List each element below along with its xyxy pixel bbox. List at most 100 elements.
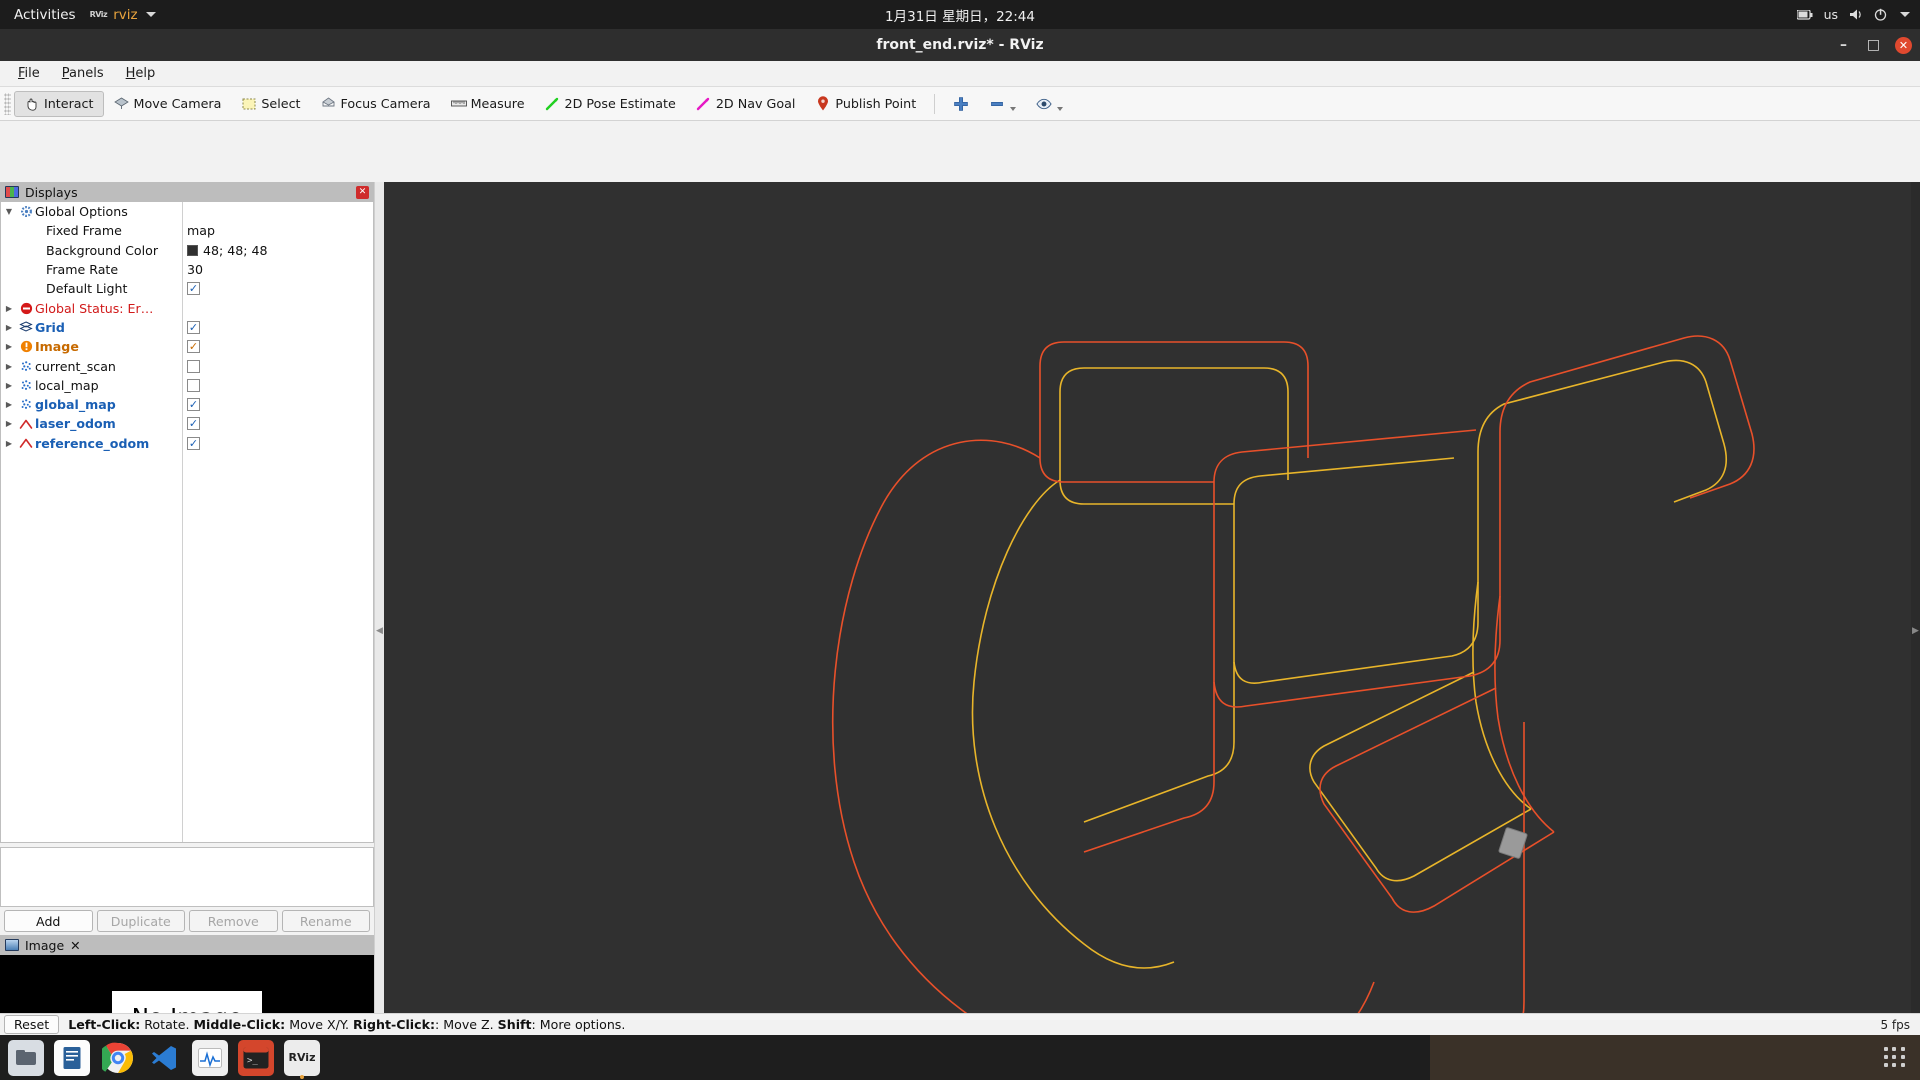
maximize-button[interactable]: □ (1865, 37, 1882, 54)
global-map-checkbox-cell[interactable]: ✓ (187, 398, 200, 412)
tree-row-laser-odom[interactable]: ▶ laser_odom ✓ (1, 414, 373, 433)
tree-label: Fixed Frame (46, 223, 122, 239)
terminal-icon[interactable]: >_ (238, 1039, 274, 1076)
background-color-value[interactable]: 48; 48; 48 (187, 243, 268, 258)
grid-checkbox-cell[interactable]: ✓ (187, 320, 200, 334)
checkbox[interactable]: ✓ (187, 320, 200, 334)
color-swatch (187, 244, 198, 256)
tree-row-global-options[interactable]: ▼ Global Options (1, 202, 373, 221)
default-light-checkbox-cell[interactable]: ✓ (187, 282, 200, 296)
menu-help-label: H (125, 66, 136, 81)
tree-label: laser_odom (35, 416, 116, 432)
expand-arrow-down-icon[interactable]: ▼ (1, 207, 17, 216)
tree-row-image[interactable]: ▶ Image ✓ (1, 337, 373, 356)
local-map-checkbox-cell[interactable] (187, 378, 200, 392)
robot-marker (1498, 827, 1528, 859)
current-scan-checkbox-cell[interactable] (187, 359, 200, 373)
displays-tree[interactable]: ▼ Global Options Fixed Frame map Backgro… (0, 202, 374, 843)
tool-interact[interactable]: Interact (14, 90, 104, 117)
tool-publish-point[interactable]: Publish Point (805, 91, 926, 117)
rename-button[interactable]: Rename (281, 910, 370, 932)
files-icon[interactable] (8, 1039, 44, 1076)
tool-select[interactable]: Select (231, 91, 310, 117)
menu-help[interactable]: Help (116, 64, 166, 83)
add-tool-button[interactable] (943, 91, 979, 117)
expand-arrow-right-icon[interactable]: ▶ (1, 381, 17, 390)
keyboard-layout-label[interactable]: us (1824, 7, 1838, 22)
laser-odom-checkbox-cell[interactable]: ✓ (187, 417, 200, 431)
expand-arrow-right-icon[interactable]: ▶ (1, 342, 17, 351)
checkbox[interactable]: ✓ (187, 340, 200, 354)
menu-file[interactable]: File (8, 64, 50, 83)
tool-2d-pose-estimate[interactable]: 2D Pose Estimate (535, 91, 686, 117)
expand-arrow-right-icon[interactable]: ▶ (1, 400, 17, 409)
duplicate-button[interactable]: Duplicate (96, 910, 185, 932)
tree-row-local-map[interactable]: ▶ local_map (1, 376, 373, 395)
checkbox[interactable]: ✓ (187, 417, 200, 431)
close-button[interactable]: ✕ (1895, 36, 1912, 54)
laser_odom-trajectory (831, 335, 1755, 1080)
main-area: Displays ✕ ▼ Global Options Fixed Frame (0, 182, 1920, 1080)
add-button[interactable]: Add (4, 910, 93, 932)
expand-arrow-right-icon[interactable]: ▶ (1, 323, 17, 332)
expand-arrow-right-icon[interactable]: ▶ (1, 439, 17, 448)
tool-move-camera[interactable]: Move Camera (104, 91, 232, 117)
frame-rate-value[interactable]: 30 (187, 262, 203, 277)
checkbox[interactable] (187, 378, 200, 392)
tree-row-global-map[interactable]: ▶ global_map ✓ (1, 395, 373, 414)
visibility-tool-button[interactable] (1026, 91, 1073, 117)
vscode-icon[interactable] (146, 1040, 182, 1076)
checkbox[interactable]: ✓ (187, 282, 200, 296)
show-applications-icon[interactable] (1884, 1046, 1906, 1069)
libreoffice-writer-icon[interactable] (54, 1039, 90, 1076)
rviz-dock-label: RViz (288, 1051, 316, 1064)
3d-render-view[interactable] (384, 182, 1911, 1080)
fixed-frame-value[interactable]: map (187, 223, 215, 238)
chevron-down-icon[interactable] (1010, 106, 1017, 111)
tree-row-reference-odom[interactable]: ▶ reference_odom ✓ (1, 434, 373, 453)
chrome-icon[interactable] (100, 1040, 136, 1076)
tool-2d-nav-goal[interactable]: 2D Nav Goal (686, 91, 806, 117)
tree-row-current-scan[interactable]: ▶ current_scan (1, 356, 373, 375)
monitor-icon[interactable] (192, 1039, 228, 1076)
checkbox[interactable]: ✓ (187, 398, 200, 412)
hint-move-z: : Move Z. (435, 1017, 498, 1032)
close-icon[interactable]: ✕ (356, 185, 369, 199)
tool-measure[interactable]: Measure (441, 91, 535, 117)
expand-arrow-right-icon[interactable]: ▶ (1, 304, 17, 313)
left-splitter-handle[interactable]: ◀ (375, 182, 384, 1080)
tree-row-fixed-frame[interactable]: Fixed Frame map (1, 221, 373, 240)
close-icon[interactable]: ✕ (70, 938, 80, 953)
checkbox[interactable]: ✓ (187, 436, 200, 450)
tree-row-background-color[interactable]: Background Color 48; 48; 48 (1, 241, 373, 260)
path-icon (17, 437, 35, 449)
tree-row-grid[interactable]: ▶ Grid ✓ (1, 318, 373, 337)
tool-focus-camera[interactable]: Focus Camera (311, 91, 441, 117)
tree-row-frame-rate[interactable]: Frame Rate 30 (1, 260, 373, 279)
expand-arrow-right-icon[interactable]: ▶ (1, 362, 17, 371)
reference-odom-checkbox-cell[interactable]: ✓ (187, 436, 200, 450)
tree-row-global-status[interactable]: ▶ Global Status: Er… (1, 298, 373, 317)
right-splitter-handle[interactable]: ▶ (1911, 182, 1920, 1080)
tree-label: reference_odom (35, 435, 150, 451)
chevron-down-icon[interactable] (1900, 12, 1910, 17)
magenta-arrow-icon (696, 96, 712, 112)
checkbox[interactable] (187, 359, 200, 373)
system-status-area[interactable]: us (1796, 7, 1910, 22)
tree-label: Frame Rate (46, 262, 119, 278)
image-checkbox-cell[interactable]: ✓ (187, 340, 200, 354)
chevron-down-icon[interactable] (1057, 106, 1064, 111)
reset-button[interactable]: Reset (4, 1015, 60, 1034)
hand-icon (24, 96, 40, 112)
toolbar-grip[interactable] (4, 92, 11, 115)
menu-help-rest: elp (135, 66, 156, 81)
clock-button[interactable]: 1月31日 星期日，22:44 (0, 5, 1920, 25)
remove-button[interactable]: Remove (189, 910, 278, 932)
expand-arrow-right-icon[interactable]: ▶ (1, 419, 17, 428)
rviz-icon[interactable]: RViz (284, 1039, 320, 1079)
move-camera-icon (114, 96, 130, 112)
menu-panels[interactable]: Panels (52, 64, 114, 83)
minimize-button[interactable]: – (1835, 37, 1852, 54)
remove-tool-button[interactable] (979, 91, 1026, 117)
tree-row-default-light[interactable]: Default Light ✓ (1, 279, 373, 298)
